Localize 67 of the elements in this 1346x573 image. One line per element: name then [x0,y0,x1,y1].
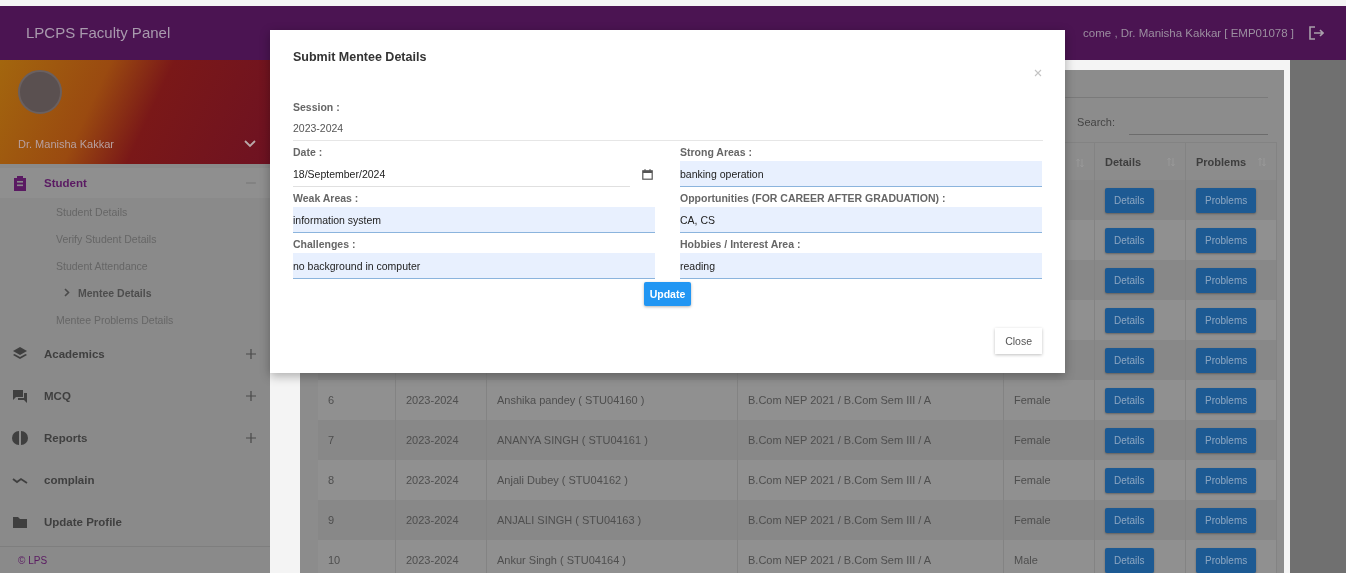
sidebar-item[interactable]: Reports [0,417,270,459]
problems-button[interactable]: Problems [1196,427,1257,453]
problems-button[interactable]: Problems [1196,187,1257,213]
plus-icon[interactable] [246,349,256,359]
plus-icon[interactable] [246,391,256,401]
details-button[interactable]: Details [1105,427,1154,453]
sidebar-item[interactable]: Update Profile [0,501,270,543]
input-field[interactable]: banking operation [680,161,1042,187]
clipboard-icon [12,175,28,191]
table-cell: Ankur Singh ( STU04164 ) [486,540,738,573]
problems-button[interactable]: Problems [1196,467,1257,493]
details-button[interactable]: Details [1105,547,1154,573]
dialog-title: Submit Mentee Details [293,50,427,64]
field-label: Session : [293,101,341,113]
details-button[interactable]: Details [1105,387,1154,413]
details-button[interactable]: Details [1105,267,1154,293]
user-name: Dr. Manisha Kakkar [18,138,114,150]
field-label: Challenges : [293,238,357,250]
close-button[interactable]: Close [995,328,1042,354]
chevron-right-icon [64,288,70,297]
sidebar-item[interactable]: MCQ [0,375,270,417]
details-button[interactable]: Details [1105,507,1154,533]
problems-button[interactable]: Problems [1196,227,1257,253]
table-cell: 2023-2024 [395,540,487,573]
field-label: Opportunities (FOR CAREER AFTER GRADUATION) : [680,192,947,204]
layers-icon [12,346,28,362]
chevron-down-icon[interactable] [244,140,256,148]
details-button[interactable]: Details [1105,347,1154,373]
logout-icon[interactable] [1308,25,1324,41]
problems-button[interactable]: Problems [1196,347,1257,373]
field-label: Strong Areas : [680,146,753,158]
field-label: Date : [293,146,324,158]
input-field[interactable]: information system [293,207,655,233]
folder-icon [12,514,28,530]
search-label: Search: [1077,116,1115,128]
sidebar-item[interactable]: Student [0,168,270,198]
problems-button[interactable]: Problems [1196,307,1257,333]
field-label: Weak Areas : [293,192,360,204]
session-value: 2023-2024 [293,122,345,134]
problems-button[interactable]: Problems [1196,267,1257,293]
date-field[interactable]: 18/September/2024 [293,161,655,187]
details-button[interactable]: Details [1105,307,1154,333]
input-field[interactable]: CA, CS [680,207,1042,233]
table-cell: Male [1003,540,1095,573]
details-button[interactable]: Details [1105,187,1154,213]
calendar-icon[interactable] [642,168,653,180]
avatar-placeholder [18,70,62,114]
input-field[interactable]: no background in computer [293,253,655,279]
chat-icon [12,388,28,404]
sidebar-item[interactable]: complain [0,459,270,501]
close-icon[interactable] [1034,69,1042,77]
update-button[interactable]: Update [643,282,692,306]
sidebar-subitem[interactable]: Mentee Details [0,279,270,306]
welcome-text: come , Dr. Manisha Kakkar [ EMP01078 ] [1083,27,1294,39]
details-button[interactable]: Details [1105,227,1154,253]
sidebar-item[interactable]: Academics [0,333,270,375]
table-cell: 10 [318,540,396,573]
problems-button[interactable]: Problems [1196,507,1257,533]
copyright-text: © LPS [18,554,48,566]
problems-button[interactable]: Problems [1196,387,1257,413]
app-title: LPCPS Faculty Panel [26,24,171,41]
field-label: Hobbies / Interest Area : [680,238,802,250]
problems-button[interactable]: Problems [1196,547,1257,573]
pie-chart-icon [12,430,28,446]
details-button[interactable]: Details [1105,467,1154,493]
plus-icon[interactable] [246,433,256,443]
input-field[interactable]: reading [680,253,1042,279]
